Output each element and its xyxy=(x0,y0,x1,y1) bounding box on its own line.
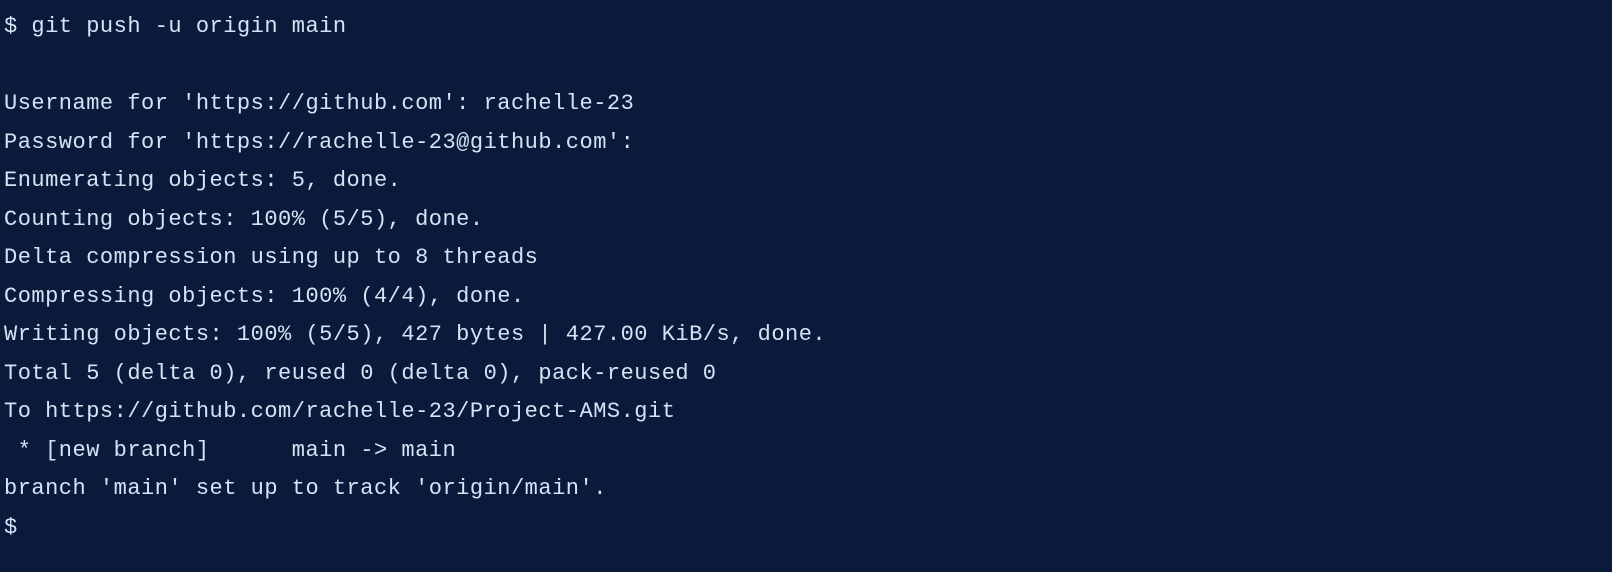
command-text: git push -u origin main xyxy=(31,14,346,39)
final-prompt-line[interactable]: $ xyxy=(0,509,1612,548)
blank-line xyxy=(0,47,1612,86)
counting-line: Counting objects: 100% (5/5), done. xyxy=(0,201,1612,240)
prompt-symbol: $ xyxy=(4,14,18,39)
new-branch-line: * [new branch] main -> main xyxy=(0,432,1612,471)
prompt-symbol: $ xyxy=(4,515,18,540)
to-remote-line: To https://github.com/rachelle-23/Projec… xyxy=(0,393,1612,432)
delta-compression-line: Delta compression using up to 8 threads xyxy=(0,239,1612,278)
username-prompt-line: Username for 'https://github.com': rache… xyxy=(0,85,1612,124)
total-line: Total 5 (delta 0), reused 0 (delta 0), p… xyxy=(0,355,1612,394)
command-line[interactable]: $ git push -u origin main xyxy=(0,8,1612,47)
enumerating-line: Enumerating objects: 5, done. xyxy=(0,162,1612,201)
compressing-line: Compressing objects: 100% (4/4), done. xyxy=(0,278,1612,317)
password-prompt-line: Password for 'https://rachelle-23@github… xyxy=(0,124,1612,163)
tracking-line: branch 'main' set up to track 'origin/ma… xyxy=(0,470,1612,509)
writing-line: Writing objects: 100% (5/5), 427 bytes |… xyxy=(0,316,1612,355)
